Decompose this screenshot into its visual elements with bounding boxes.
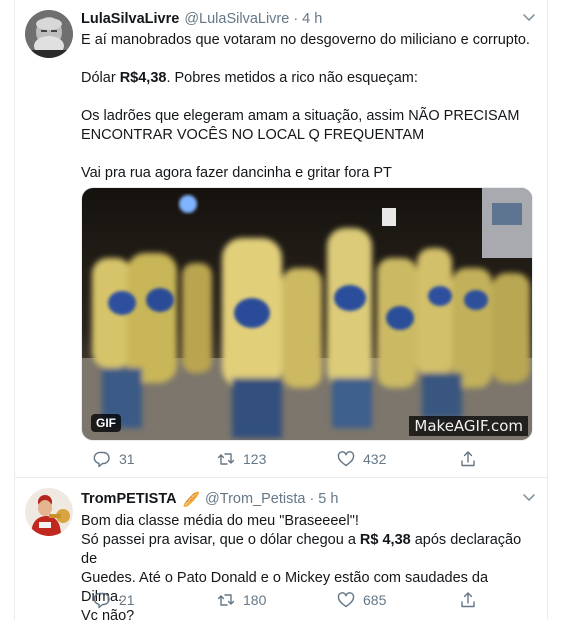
like-count: 685 bbox=[363, 592, 387, 608]
heart-icon bbox=[337, 451, 355, 467]
timeline: LulaSilvaLivre @LulaSilvaLivre · 4 h E a… bbox=[14, 0, 548, 620]
gif-preview-image bbox=[82, 188, 532, 440]
retweet-button[interactable]: 123 bbox=[217, 450, 266, 468]
tweet-header: TromPETISTA 🥖 @Trom_Petista · 5 h bbox=[81, 489, 537, 509]
avatar[interactable] bbox=[25, 488, 73, 536]
gif-badge: GIF bbox=[91, 414, 121, 432]
tweet-line: Os ladrões que elegeram amam a situação,… bbox=[81, 108, 520, 124]
heart-icon bbox=[337, 592, 355, 608]
tweet-header: LulaSilvaLivre @LulaSilvaLivre · 4 h bbox=[81, 9, 537, 29]
tweet-actions: 21 180 685 bbox=[81, 591, 501, 611]
timestamp[interactable]: 5 h bbox=[318, 491, 338, 507]
retweet-icon bbox=[217, 594, 235, 606]
share-icon bbox=[461, 451, 475, 467]
watermark: MakeAGIF.com bbox=[409, 416, 528, 436]
share-button[interactable] bbox=[459, 450, 477, 468]
display-name[interactable]: LulaSilvaLivre bbox=[81, 11, 179, 27]
like-count: 432 bbox=[363, 451, 387, 467]
reply-icon bbox=[93, 451, 110, 468]
tweet[interactable]: LulaSilvaLivre @LulaSilvaLivre · 4 h E a… bbox=[15, 0, 547, 478]
avatar[interactable] bbox=[25, 10, 73, 58]
baguette-emoji: 🥖 bbox=[182, 490, 201, 507]
tweet-line: Bom dia classe média do meu "Braseeeel"! bbox=[81, 513, 359, 529]
reply-count: 31 bbox=[119, 451, 135, 467]
tweet-actions: 31 123 432 bbox=[81, 450, 501, 470]
handle[interactable]: @LulaSilvaLivre bbox=[184, 11, 289, 27]
tweet-line: Dólar R$4,38. Pobres metidos a rico não … bbox=[81, 70, 418, 86]
dollar-value: R$4,38 bbox=[119, 70, 167, 86]
retweet-icon bbox=[217, 453, 235, 465]
dollar-value: R$ 4,38 bbox=[359, 532, 411, 548]
chevron-down-icon[interactable] bbox=[521, 9, 537, 25]
handle[interactable]: @Trom_Petista bbox=[205, 491, 305, 507]
display-name[interactable]: TromPETISTA bbox=[81, 491, 177, 507]
share-button[interactable] bbox=[459, 591, 477, 609]
gif-media[interactable]: GIF MakeAGIF.com bbox=[81, 187, 533, 441]
tweet-line: E aí manobrados que votaram no desgovern… bbox=[81, 32, 530, 48]
timestamp[interactable]: 4 h bbox=[302, 11, 322, 27]
reply-icon bbox=[93, 592, 110, 609]
tweet-line: Vai pra rua agora fazer dancinha e grita… bbox=[81, 165, 392, 181]
reply-count: 21 bbox=[119, 592, 135, 608]
reply-button[interactable]: 31 bbox=[93, 450, 135, 468]
separator-dot: · bbox=[309, 491, 315, 507]
like-button[interactable]: 685 bbox=[337, 591, 386, 609]
chevron-down-icon[interactable] bbox=[521, 489, 537, 505]
retweet-button[interactable]: 180 bbox=[217, 591, 266, 609]
reply-button[interactable]: 21 bbox=[93, 591, 135, 609]
like-button[interactable]: 432 bbox=[337, 450, 386, 468]
separator-dot: · bbox=[293, 11, 299, 27]
retweet-count: 180 bbox=[243, 592, 267, 608]
share-icon bbox=[461, 592, 475, 608]
retweet-count: 123 bbox=[243, 451, 267, 467]
tweet[interactable]: TromPETISTA 🥖 @Trom_Petista · 5 h Bom di… bbox=[15, 479, 547, 620]
tweet-text: E aí manobrados que votaram no desgovern… bbox=[81, 31, 533, 183]
tweet-line: Só passei pra avisar, que o dólar chegou… bbox=[81, 532, 522, 567]
tweet-line: ENCONTRAR VOCÊS NO LOCAL Q FREQUENTAM bbox=[81, 127, 425, 143]
